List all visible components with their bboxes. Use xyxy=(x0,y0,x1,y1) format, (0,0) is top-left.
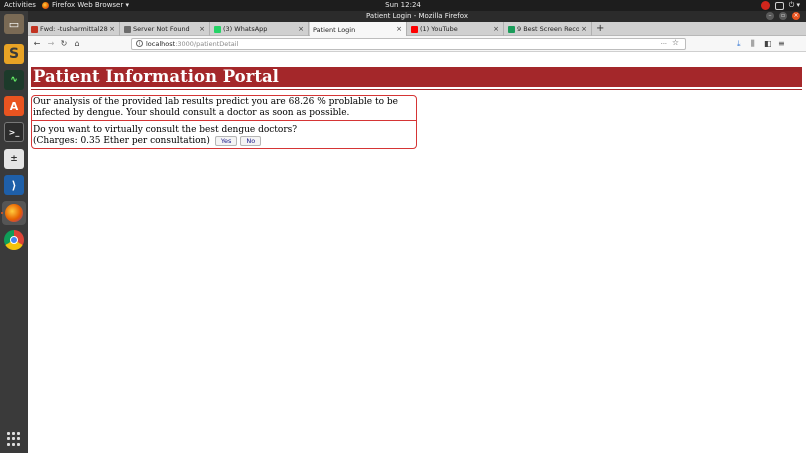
firefox-dock-icon[interactable] xyxy=(2,201,26,225)
reload-icon[interactable]: ↻ xyxy=(59,38,69,50)
navigation-toolbar: ← → ↻ ⌂ i localhost:3000/patientDetail ·… xyxy=(28,36,806,52)
calculator-icon[interactable]: ± xyxy=(4,149,24,169)
window-titlebar: Patient Login - Mozilla Firefox – ▫ × xyxy=(28,11,806,22)
system-top-bar: Activities Firefox Web Browser ▾ Sun 12:… xyxy=(0,0,806,11)
system-tray[interactable]: ⏻ ▾ xyxy=(760,0,800,11)
tab-label: Fwd: -tusharmittal28 xyxy=(40,25,108,33)
gmail-favicon-icon xyxy=(31,25,38,33)
tab-bar: Fwd: -tusharmittal28 × Server Not Found … xyxy=(28,22,806,37)
header-divider xyxy=(31,89,802,90)
no-button[interactable]: No xyxy=(240,136,262,147)
close-tab-icon[interactable]: × xyxy=(581,22,587,36)
close-tab-icon[interactable]: × xyxy=(109,22,115,36)
url-host: localhost xyxy=(146,40,176,48)
youtube-favicon-icon xyxy=(411,25,418,33)
tab-label: 9 Best Screen Recorders xyxy=(517,25,579,33)
yes-button[interactable]: Yes xyxy=(214,136,238,147)
show-applications-icon[interactable] xyxy=(7,432,21,446)
url-path: :3000/patientDetail xyxy=(175,40,239,48)
network-icon[interactable] xyxy=(774,1,784,10)
active-app-indicator xyxy=(1,212,3,214)
chrome-icon[interactable] xyxy=(4,230,24,250)
sublime-text-icon[interactable]: S xyxy=(4,44,24,64)
page-title: Patient Information Portal xyxy=(31,67,802,87)
maximize-icon[interactable]: ▫ xyxy=(779,12,787,20)
close-tab-icon[interactable]: × xyxy=(298,22,304,36)
close-tab-icon[interactable]: × xyxy=(199,22,205,36)
terminal-icon[interactable]: >_ xyxy=(4,122,24,142)
close-tab-icon[interactable]: × xyxy=(493,22,499,36)
new-tab-icon[interactable]: + xyxy=(596,22,604,36)
url-bar[interactable]: i localhost:3000/patientDetail ··· ☆ xyxy=(131,38,686,50)
home-icon[interactable]: ⌂ xyxy=(72,38,82,50)
site-info-icon[interactable]: i xyxy=(136,40,143,47)
consult-question: Do you want to virtually consult the bes… xyxy=(33,125,298,135)
panel-divider xyxy=(32,120,416,121)
tab-server-not-found[interactable]: Server Not Found × xyxy=(121,22,210,36)
files-app-icon[interactable]: ▭ xyxy=(4,14,24,34)
downloads-icon[interactable]: ⤓ xyxy=(737,38,741,50)
whatsapp-favicon-icon xyxy=(214,25,221,33)
system-monitor-icon[interactable]: ∿ xyxy=(4,70,24,90)
tab-screen-recorders[interactable]: 9 Best Screen Recorders × xyxy=(505,22,592,36)
charges-text: (Charges: 0.35 Ether per consultation) xyxy=(33,136,210,146)
clock[interactable]: Sun 12:24 xyxy=(0,0,806,11)
record-indicator-icon[interactable] xyxy=(760,1,770,10)
tab-whatsapp[interactable]: (3) WhatsApp × xyxy=(211,22,309,36)
close-tab-icon[interactable]: × xyxy=(396,22,402,36)
sidebar-icon[interactable]: ◧ xyxy=(764,38,772,50)
tab-label: Patient Login xyxy=(313,25,356,34)
bookmark-star-icon[interactable]: ☆ xyxy=(672,38,679,48)
browser-window: Patient Login - Mozilla Firefox – ▫ × Fw… xyxy=(28,11,806,453)
tab-patient-login[interactable]: Patient Login × xyxy=(310,22,407,37)
page-content: Patient Information Portal Our analysis … xyxy=(28,67,806,453)
menu-icon[interactable]: ≡ xyxy=(778,38,785,50)
dock: ▭ S ∿ A >_ ± ⟩ xyxy=(0,11,28,453)
tab-label: Server Not Found xyxy=(133,25,190,33)
window-title: Patient Login - Mozilla Firefox xyxy=(366,12,468,20)
power-menu[interactable]: ⏻ ▾ xyxy=(789,0,800,11)
tab-label: (1) YouTube xyxy=(420,25,458,33)
forward-icon[interactable]: → xyxy=(46,38,56,50)
back-icon[interactable]: ← xyxy=(32,38,42,50)
page-actions-icon[interactable]: ··· xyxy=(661,39,667,49)
prediction-result-text: Our analysis of the provided lab results… xyxy=(33,97,398,118)
tab-label: (3) WhatsApp xyxy=(223,25,268,33)
close-window-icon[interactable]: × xyxy=(792,12,800,20)
software-center-icon[interactable]: A xyxy=(4,96,24,116)
library-icon[interactable]: ⫼ xyxy=(751,38,755,50)
tab-youtube[interactable]: (1) YouTube × xyxy=(408,22,504,36)
article-favicon-icon xyxy=(508,25,515,33)
minimize-icon[interactable]: – xyxy=(766,12,774,20)
result-panel: Our analysis of the provided lab results… xyxy=(31,95,417,149)
warning-favicon-icon xyxy=(124,25,131,33)
vscode-icon[interactable]: ⟩ xyxy=(4,175,24,195)
tab-gmail[interactable]: Fwd: -tusharmittal28 × xyxy=(28,22,120,36)
consult-charges-row: (Charges: 0.35 Ether per consultation) Y… xyxy=(33,136,262,147)
